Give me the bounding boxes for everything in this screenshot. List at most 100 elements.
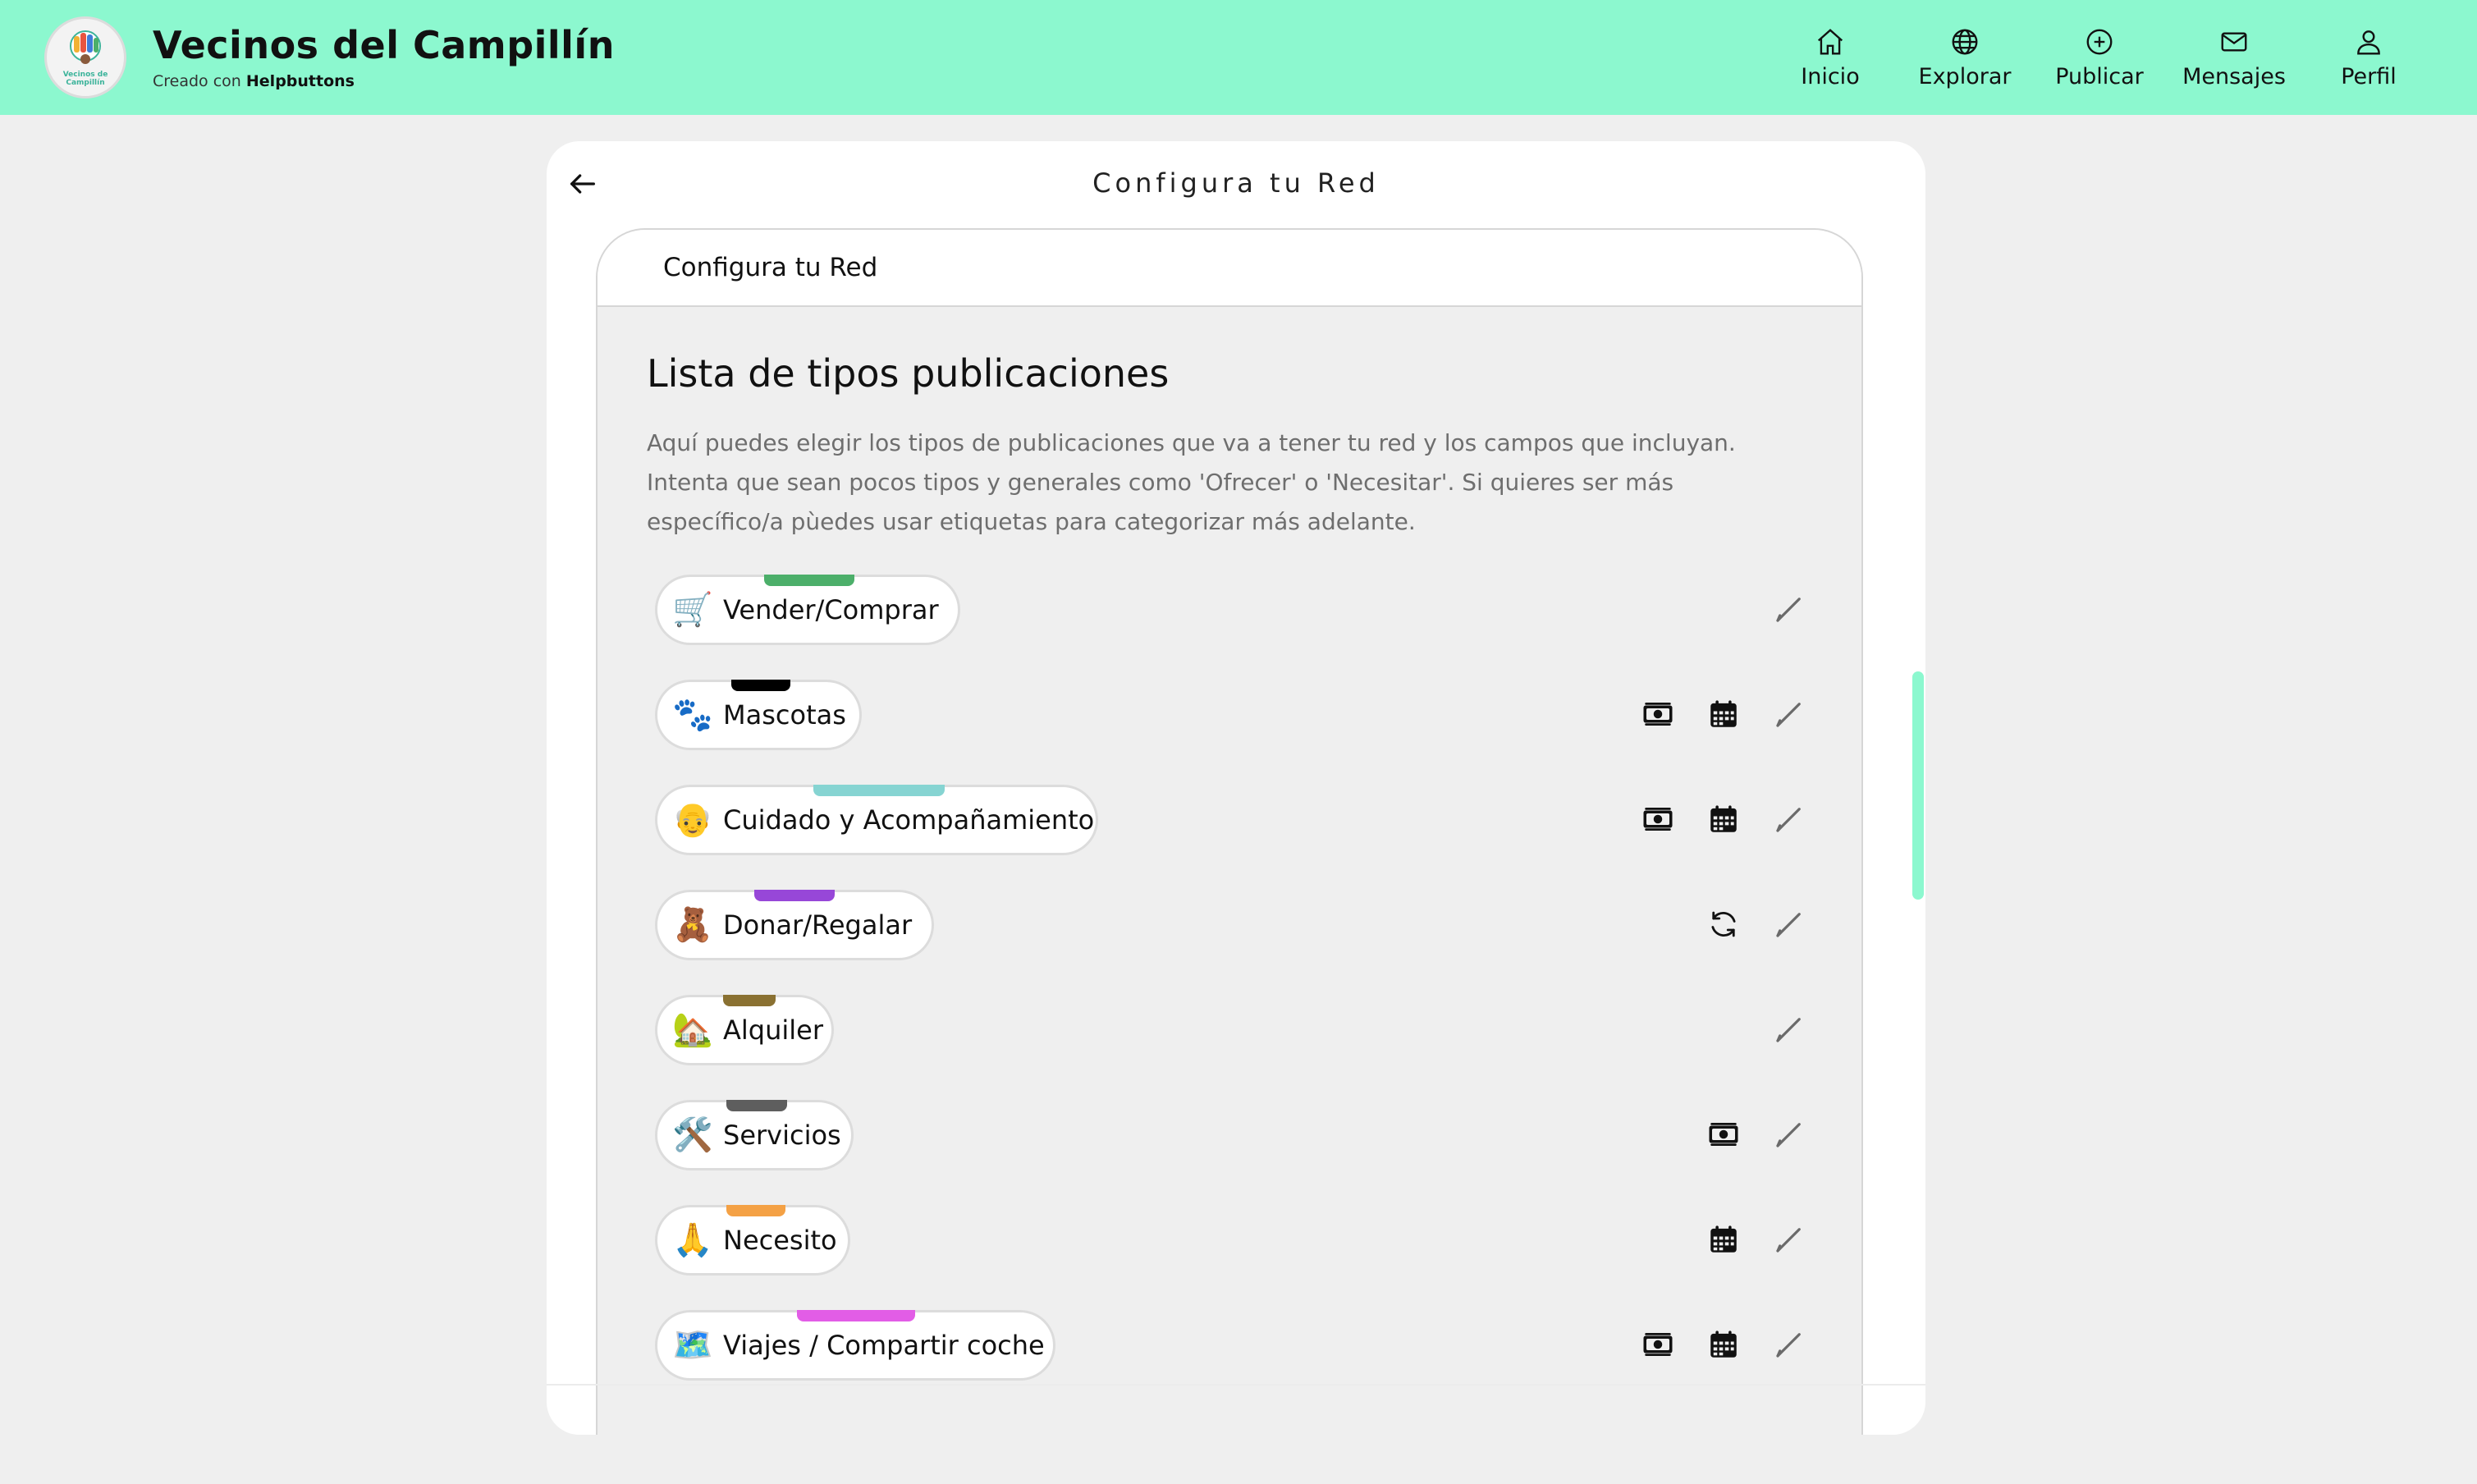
type-pill[interactable]: 🛒 Vender/Comprar (655, 575, 960, 645)
edit-type-icon[interactable] (1766, 796, 1812, 842)
calendar-field-icon (1701, 691, 1747, 737)
type-emoji: 🧸 (672, 906, 713, 944)
type-emoji: 👴 (672, 801, 713, 839)
type-label: Mascotas (723, 699, 846, 731)
type-pill[interactable]: 👴 Cuidado y Acompañamiento (655, 785, 1098, 855)
type-row: 🙏 Necesito (655, 1205, 1812, 1310)
nav-inicio[interactable]: Inicio (1763, 0, 1898, 115)
calendar-field-icon (1701, 1321, 1747, 1367)
type-color-tab (764, 575, 854, 586)
type-color-tab (731, 680, 790, 691)
top-bar: Vecinos de Campillín Vecinos del Campill… (0, 0, 2477, 115)
recurrent-field-icon (1701, 901, 1747, 947)
type-pill[interactable]: 🛠️ Servicios (655, 1100, 854, 1170)
nav-label-perfil: Perfil (2341, 63, 2397, 89)
type-color-tab (723, 995, 776, 1006)
config-panel: Configura tu Red Lista de tipos publicac… (596, 228, 1863, 1435)
types-list: 🛒 Vender/Comprar 🐾 Mascotas 👴 Cuidado y Acomp… (655, 575, 1812, 1415)
price-field-icon (1635, 796, 1681, 842)
type-emoji: 🛠️ (672, 1116, 713, 1154)
config-card: Configura tu Red Configura tu Red Lista … (547, 141, 1925, 1435)
card-title: Configura tu Red (1092, 167, 1380, 199)
scrollbar-thumb[interactable] (1912, 671, 1924, 900)
edit-type-icon[interactable] (1766, 1216, 1812, 1262)
type-label: Cuidado y Acompañamiento (723, 804, 1095, 836)
nav-mensajes[interactable]: Mensajes (2167, 0, 2301, 115)
type-label: Donar/Regalar (723, 909, 913, 941)
calendar-field-icon (1701, 796, 1747, 842)
brand: Vecinos del Campillín Creado con Helpbut… (153, 23, 615, 90)
nav-label-publicar: Publicar (2055, 63, 2144, 89)
edit-type-icon[interactable] (1766, 691, 1812, 737)
card-footer-divider (547, 1384, 1925, 1386)
type-pill[interactable]: 🗺️ Viajes / Compartir coche (655, 1310, 1055, 1381)
type-color-tab (813, 785, 945, 796)
calendar-field-icon (1701, 1216, 1747, 1262)
type-row: 🛒 Vender/Comprar (655, 575, 1812, 680)
edit-type-icon[interactable] (1766, 1111, 1812, 1157)
edit-type-icon[interactable] (1766, 586, 1812, 632)
type-field-icons (1681, 901, 1812, 947)
type-row: 👴 Cuidado y Acompañamiento (655, 785, 1812, 890)
helpbuttons-link[interactable]: Helpbuttons (246, 72, 355, 90)
type-field-icons (1747, 1006, 1812, 1052)
type-color-tab (726, 1100, 787, 1111)
type-emoji: 🛒 (672, 591, 713, 629)
type-emoji: 🗺️ (672, 1326, 713, 1364)
type-field-icons (1747, 586, 1812, 632)
type-color-tab (754, 890, 835, 901)
nav-perfil[interactable]: Perfil (2301, 0, 2436, 115)
type-color-tab (726, 1205, 785, 1216)
type-row: 🐾 Mascotas (655, 680, 1812, 785)
nav-label-explorar: Explorar (1918, 63, 2012, 89)
tab-configura-tu-red[interactable]: Configura tu Red (598, 230, 1861, 307)
logo-hands-icon (70, 30, 101, 64)
type-pill[interactable]: 🏡 Alquiler (655, 995, 834, 1065)
type-emoji: 🙏 (672, 1221, 713, 1259)
type-field-icons (1615, 796, 1812, 842)
type-field-icons (1681, 1111, 1812, 1157)
network-title[interactable]: Vecinos del Campillín (153, 23, 615, 67)
section-description: Aquí puedes elegir los tipos de publicac… (647, 429, 1736, 535)
type-label: Vender/Comprar (723, 594, 939, 625)
type-label: Necesito (723, 1225, 837, 1256)
type-row: 🗺️ Viajes / Compartir coche (655, 1310, 1812, 1415)
edit-type-icon[interactable] (1766, 1321, 1812, 1367)
created-with-prefix: Creado con (153, 72, 241, 90)
user-icon (2357, 30, 2380, 54)
nav-label-mensajes: Mensajes (2182, 63, 2286, 89)
plus-circle-icon (2086, 29, 2113, 54)
type-label: Viajes / Compartir coche (723, 1330, 1045, 1361)
type-pill[interactable]: 🧸 Donar/Regalar (655, 890, 934, 960)
type-row: 🧸 Donar/Regalar (655, 890, 1812, 995)
type-label: Alquiler (723, 1015, 823, 1046)
type-color-tab (797, 1310, 915, 1321)
main-nav: Inicio Explorar Publicar Mensajes Perfil (1763, 0, 2436, 115)
type-label: Servicios (723, 1120, 841, 1151)
type-row: 🏡 Alquiler (655, 995, 1812, 1100)
created-with: Creado con Helpbuttons (153, 72, 615, 90)
globe-icon (1952, 29, 1978, 54)
network-logo[interactable]: Vecinos de Campillín (44, 16, 126, 98)
price-field-icon (1635, 691, 1681, 737)
nav-publicar[interactable]: Publicar (2032, 0, 2167, 115)
mail-icon (2221, 32, 2247, 51)
logo-text: Vecinos de Campillín (62, 71, 108, 87)
price-field-icon (1635, 1321, 1681, 1367)
section-title: Lista de tipos publicaciones (647, 351, 1170, 396)
home-icon (1817, 28, 1843, 54)
type-field-icons (1615, 1321, 1812, 1367)
edit-type-icon[interactable] (1766, 901, 1812, 947)
type-row: 🛠️ Servicios (655, 1100, 1812, 1205)
nav-label-inicio: Inicio (1801, 63, 1860, 89)
type-emoji: 🏡 (672, 1011, 713, 1049)
type-field-icons (1681, 1216, 1812, 1262)
price-field-icon (1701, 1111, 1747, 1157)
nav-explorar[interactable]: Explorar (1898, 0, 2032, 115)
type-emoji: 🐾 (672, 696, 713, 734)
card-header: Configura tu Red (547, 141, 1925, 228)
edit-type-icon[interactable] (1766, 1006, 1812, 1052)
type-pill[interactable]: 🙏 Necesito (655, 1205, 850, 1276)
type-field-icons (1615, 691, 1812, 737)
type-pill[interactable]: 🐾 Mascotas (655, 680, 862, 750)
